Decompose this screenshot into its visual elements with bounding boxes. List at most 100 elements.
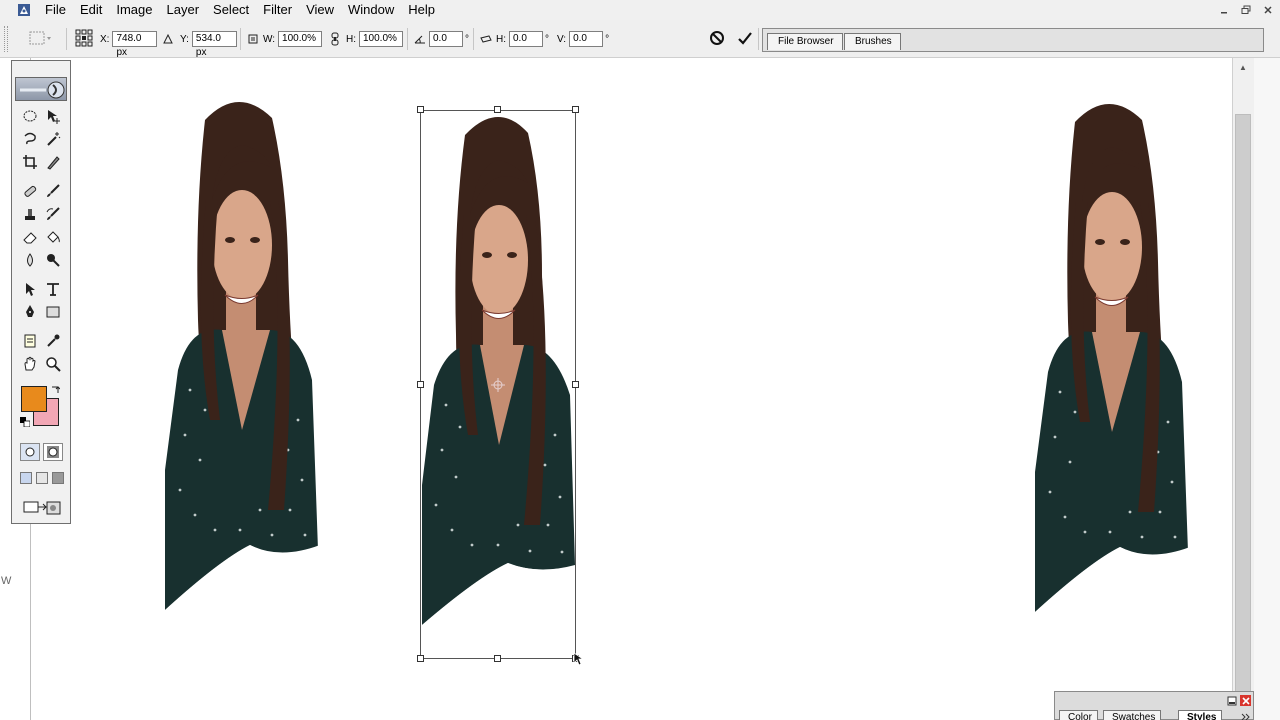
width-field[interactable]: 100.0% bbox=[278, 31, 323, 47]
transform-handle-bottom-left[interactable] bbox=[417, 655, 424, 662]
menu-file[interactable]: File bbox=[38, 0, 73, 20]
link-icon[interactable] bbox=[330, 31, 340, 47]
menu-help[interactable]: Help bbox=[401, 0, 442, 20]
scrollbar-thumb[interactable] bbox=[1235, 114, 1251, 694]
vertical-skew-field[interactable]: 0.0 bbox=[569, 31, 604, 47]
type-tool-icon[interactable] bbox=[43, 279, 63, 299]
separator bbox=[66, 28, 67, 50]
foreground-color-swatch[interactable] bbox=[21, 386, 47, 412]
clone-stamp-tool-icon[interactable] bbox=[20, 204, 40, 224]
photoshop-app-icon[interactable] bbox=[16, 2, 32, 18]
toolbox-header-logo[interactable] bbox=[15, 77, 67, 101]
tab-swatches[interactable]: Swatches bbox=[1103, 710, 1162, 720]
notes-tool-icon[interactable] bbox=[20, 331, 40, 351]
blur-tool-icon[interactable] bbox=[20, 250, 40, 270]
woman-figure-right[interactable] bbox=[1030, 92, 1195, 632]
mouse-cursor-icon bbox=[573, 652, 585, 666]
angle-unit: ° bbox=[465, 33, 469, 45]
y-label: Y: bbox=[180, 33, 189, 45]
hand-tool-icon[interactable] bbox=[20, 354, 40, 374]
vskew-unit: ° bbox=[605, 33, 610, 45]
paint-bucket-tool-icon[interactable] bbox=[43, 227, 63, 247]
transform-handle-bottom[interactable] bbox=[494, 655, 501, 662]
standard-screen-mode-icon[interactable] bbox=[20, 472, 32, 484]
restore-icon[interactable] bbox=[1238, 2, 1254, 18]
y-position-field[interactable]: 534.0 px bbox=[191, 31, 237, 58]
tab-file-browser[interactable]: File Browser bbox=[767, 33, 843, 50]
color-swatches-styles-palette: Color Swatches Styles bbox=[1054, 691, 1254, 720]
hskew-label: H: bbox=[496, 33, 506, 45]
vertical-scrollbar[interactable]: ▲ bbox=[1232, 58, 1254, 720]
move-tool-icon[interactable] bbox=[43, 106, 63, 126]
window-edge bbox=[1254, 58, 1280, 720]
toolbox bbox=[11, 60, 71, 524]
menu-edit[interactable]: Edit bbox=[73, 0, 109, 20]
tool-preset-icon[interactable] bbox=[28, 30, 54, 46]
delta-icon[interactable] bbox=[163, 31, 173, 47]
palette-menu-icon[interactable] bbox=[1240, 711, 1251, 720]
default-colors-icon[interactable] bbox=[20, 417, 30, 427]
tab-color[interactable]: Color bbox=[1059, 710, 1098, 720]
slice-tool-icon[interactable] bbox=[43, 152, 63, 172]
separator bbox=[758, 28, 759, 50]
eyedropper-tool-icon[interactable] bbox=[43, 331, 63, 351]
menu-window[interactable]: Window bbox=[341, 0, 401, 20]
quick-mask-mode-icon[interactable] bbox=[43, 443, 63, 461]
scroll-up-icon[interactable]: ▲ bbox=[1233, 58, 1253, 76]
horizontal-skew-field[interactable]: 0.0 bbox=[509, 31, 543, 47]
standard-mode-icon[interactable] bbox=[20, 443, 40, 461]
reference-point-icon[interactable] bbox=[74, 29, 94, 47]
swap-colors-icon[interactable] bbox=[50, 385, 60, 395]
magic-wand-tool-icon[interactable] bbox=[43, 129, 63, 149]
brush-tool-icon[interactable] bbox=[43, 181, 63, 201]
transform-handle-right[interactable] bbox=[572, 381, 579, 388]
x-label: X: bbox=[100, 33, 110, 45]
width-icon bbox=[247, 31, 259, 47]
x-position-field[interactable]: 748.0 px bbox=[112, 31, 158, 58]
jump-to-imageready-icon[interactable] bbox=[20, 498, 64, 518]
full-screen-mode-icon[interactable] bbox=[52, 472, 64, 484]
close-icon[interactable] bbox=[1260, 2, 1276, 18]
separator bbox=[407, 28, 408, 50]
history-brush-tool-icon[interactable] bbox=[43, 204, 63, 224]
dodge-tool-icon[interactable] bbox=[43, 250, 63, 270]
photoshop-window: File Edit Image Layer Select Filter View… bbox=[0, 0, 1280, 720]
tab-styles[interactable]: Styles bbox=[1178, 710, 1223, 720]
menu-filter[interactable]: Filter bbox=[256, 0, 299, 20]
healing-brush-tool-icon[interactable] bbox=[20, 181, 40, 201]
side-text: W bbox=[1, 575, 12, 587]
tab-brushes[interactable]: Brushes bbox=[844, 33, 901, 50]
menu-layer[interactable]: Layer bbox=[160, 0, 207, 20]
options-grip[interactable] bbox=[4, 26, 8, 52]
commit-icon[interactable] bbox=[737, 30, 753, 46]
eraser-tool-icon[interactable] bbox=[20, 227, 40, 247]
rectangle-shape-tool-icon[interactable] bbox=[43, 302, 63, 322]
separator bbox=[473, 28, 474, 50]
transform-handle-top-right[interactable] bbox=[572, 106, 579, 113]
lasso-tool-icon[interactable] bbox=[20, 129, 40, 149]
height-field[interactable]: 100.0% bbox=[359, 31, 403, 47]
path-selection-tool-icon[interactable] bbox=[20, 279, 40, 299]
skew-icon bbox=[480, 31, 492, 47]
menu-image[interactable]: Image bbox=[109, 0, 159, 20]
woman-figure-left[interactable] bbox=[160, 90, 325, 630]
vskew-label: V: bbox=[557, 33, 567, 45]
marquee-tool-icon[interactable] bbox=[20, 106, 40, 126]
rotation-angle-field[interactable]: 0.0 bbox=[429, 31, 463, 47]
minimize-icon[interactable] bbox=[1216, 2, 1232, 18]
crop-tool-icon[interactable] bbox=[20, 152, 40, 172]
menu-select[interactable]: Select bbox=[206, 0, 256, 20]
w-label: W: bbox=[263, 33, 276, 45]
palette-minimize-icon[interactable] bbox=[1226, 695, 1237, 706]
reference-point-marker-icon[interactable] bbox=[491, 378, 505, 392]
cancel-icon[interactable] bbox=[709, 30, 725, 46]
palette-well: File Browser Brushes bbox=[762, 28, 1264, 52]
transform-handle-top[interactable] bbox=[494, 106, 501, 113]
transform-handle-left[interactable] bbox=[417, 381, 424, 388]
pen-tool-icon[interactable] bbox=[20, 302, 40, 322]
full-screen-menu-mode-icon[interactable] bbox=[36, 472, 48, 484]
zoom-tool-icon[interactable] bbox=[43, 354, 63, 374]
transform-handle-top-left[interactable] bbox=[417, 106, 424, 113]
palette-close-icon[interactable] bbox=[1240, 695, 1251, 706]
menu-view[interactable]: View bbox=[299, 0, 341, 20]
